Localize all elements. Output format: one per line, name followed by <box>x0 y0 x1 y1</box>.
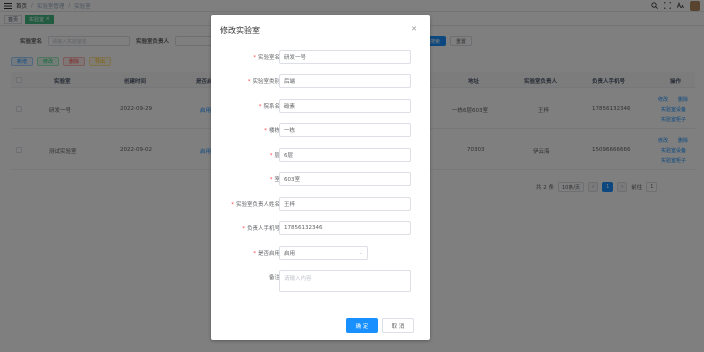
owner-phone-label: 负责人手机号 <box>246 226 280 232</box>
form-row-remark: 备注 请输入内容 <box>211 270 430 292</box>
close-icon[interactable]: ✕ <box>411 25 417 33</box>
owner-name-input[interactable]: 王梓 <box>279 197 411 211</box>
remark-textarea[interactable]: 请输入内容 <box>279 270 411 292</box>
lab-name-label: 实验室名 <box>257 55 280 61</box>
edit-lab-dialog: 修改实验室 ✕ * 实验室名 研发一号 * 实验室类别 后端 * 院系名 碳素 * 楼栋… <box>211 15 430 340</box>
department-input[interactable]: 碳素 <box>279 99 411 113</box>
room-input[interactable]: 603室 <box>279 172 411 186</box>
building-input[interactable]: 一栋 <box>279 123 411 137</box>
owner-name-label: 实验室负责人姓名 <box>235 202 280 208</box>
lab-category-label: 实验室类别 <box>252 79 280 85</box>
confirm-button[interactable]: 确 定 <box>346 318 378 333</box>
form-row-floor: * 层 6层 <box>211 148 430 162</box>
form-row-department: * 院系名 碳素 <box>211 99 430 113</box>
form-row-enabled: * 是否启用 启用 ⌄ <box>211 246 430 260</box>
form-row-lab-category: * 实验室类别 后端 <box>211 74 430 88</box>
owner-phone-input[interactable]: 17856132346 <box>279 221 411 235</box>
floor-input[interactable]: 6层 <box>279 148 411 162</box>
form-row-lab-name: * 实验室名 研发一号 <box>211 50 430 64</box>
lab-name-input[interactable]: 研发一号 <box>279 50 411 64</box>
form-row-building: * 楼栋 一栋 <box>211 123 430 137</box>
lab-category-input[interactable]: 后端 <box>279 74 411 88</box>
enabled-select[interactable]: 启用 ⌄ <box>279 246 368 260</box>
cancel-button[interactable]: 取 消 <box>382 318 414 333</box>
form-row-owner-phone: * 负责人手机号 17856132346 <box>211 221 430 235</box>
form-row-room: * 室 603室 <box>211 172 430 186</box>
chevron-down-icon: ⌄ <box>358 250 363 256</box>
department-label: 院系名 <box>263 104 280 110</box>
form-row-owner-name: * 实验室负责人姓名 王梓 <box>211 197 430 211</box>
dialog-title: 修改实验室 <box>220 26 260 35</box>
enabled-label: 是否启用 <box>257 251 280 257</box>
